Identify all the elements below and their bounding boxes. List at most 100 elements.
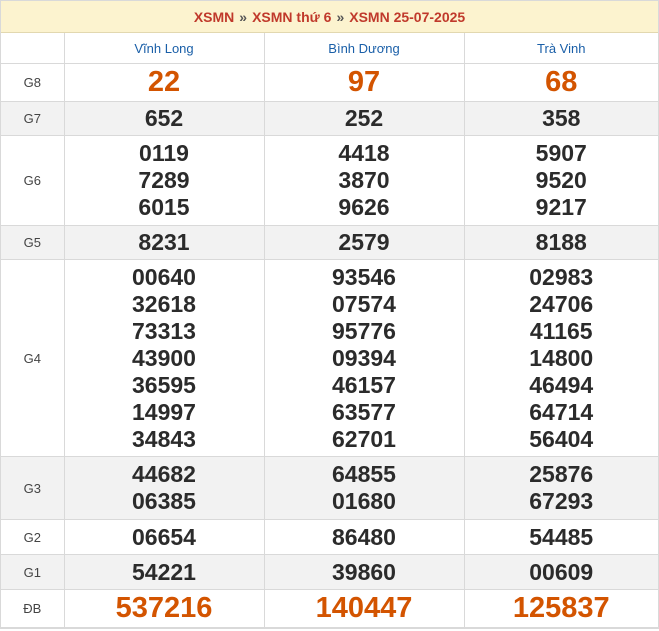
prize-number: 22	[147, 66, 181, 98]
prize-row-g3: G3 44682 06385 64855 01680 25876 67293	[1, 456, 658, 520]
prize-number: 63577	[332, 398, 396, 425]
prize-number: 8231	[138, 229, 190, 255]
prize-cell: 00640 32618 73313 43900 36595 14997 34843	[63, 259, 265, 457]
prize-cell: 64855 01680	[263, 456, 465, 520]
prize-row-g8: G8 22 97 68	[1, 63, 658, 102]
breadcrumb-date-link[interactable]: XSMN 25-07-2025	[349, 9, 465, 25]
prize-number: 0119	[139, 140, 189, 166]
prize-label: G4	[1, 259, 65, 457]
prize-number: 06385	[132, 488, 196, 514]
prize-number: 2579	[338, 229, 390, 255]
prize-cell: 140447	[263, 589, 465, 628]
prize-number: 25876	[529, 461, 594, 487]
prize-number: 14997	[132, 398, 196, 425]
prize-cell: 652	[63, 101, 265, 136]
prize-number: 44682	[132, 461, 196, 487]
prize-cell: 2579	[263, 225, 465, 260]
prize-number: 6015	[138, 194, 190, 220]
prize-cell: 00609	[463, 554, 658, 590]
prize-number: 06654	[132, 523, 196, 550]
prize-number: 9520	[535, 167, 587, 193]
prize-number: 32618	[132, 290, 196, 317]
results-panel: XSMN » XSMN thứ 6 » XSMN 25-07-2025 Vĩnh…	[0, 0, 659, 629]
prize-number: 86480	[332, 523, 396, 550]
prize-cell: 537216	[63, 589, 265, 628]
prize-label: G5	[1, 225, 65, 260]
prize-cell: 44682 06385	[63, 456, 265, 520]
prize-number: 9626	[338, 194, 390, 220]
prize-number: 07574	[332, 290, 396, 317]
prize-cell: 0119 7289 6015	[63, 135, 265, 226]
breadcrumb: XSMN » XSMN thứ 6 » XSMN 25-07-2025	[1, 1, 658, 33]
prize-number: 09394	[332, 344, 396, 371]
prize-cell: 25876 67293	[463, 456, 658, 520]
header-corner-cell	[1, 33, 65, 64]
prize-number: 125837	[512, 592, 610, 624]
prize-rows: G8 22 97 68 G7 652 252 358 G6 0119 7289 6015 4418 387…	[1, 63, 658, 628]
prize-number: 56404	[529, 425, 594, 452]
prize-number: 00640	[132, 263, 196, 290]
breadcrumb-xsmn-link[interactable]: XSMN	[194, 9, 234, 25]
prize-number: 64855	[332, 461, 396, 487]
prize-cell: 93546 07574 95776 09394 46157 63577 62701	[263, 259, 465, 457]
breadcrumb-separator: »	[239, 8, 248, 25]
prize-row-g7: G7 652 252 358	[1, 101, 658, 136]
prize-number: 02983	[529, 263, 594, 290]
breadcrumb-weekday-link[interactable]: XSMN thứ 6	[252, 9, 331, 25]
prize-number: 537216	[115, 592, 213, 624]
prize-number: 43900	[132, 344, 196, 371]
prize-label: G2	[1, 519, 65, 555]
prize-cell: 97	[263, 63, 465, 102]
prize-cell: 54485	[463, 519, 658, 555]
prize-cell: 8231	[63, 225, 265, 260]
prize-cell: 22	[63, 63, 265, 102]
prize-number: 39860	[332, 558, 396, 585]
prize-number: 41165	[529, 317, 593, 344]
prize-cell: 39860	[263, 554, 465, 590]
prize-number: 24706	[529, 290, 594, 317]
prize-row-g4: G4 00640 32618 73313 43900 36595 14997 34843 935…	[1, 259, 658, 457]
province-header-tra-vinh: Trà Vinh	[463, 33, 658, 64]
prize-cell: 358	[463, 101, 658, 136]
prize-number: 54221	[132, 558, 196, 585]
prize-number: 5907	[535, 140, 587, 166]
prize-number: 64714	[529, 398, 594, 425]
prize-cell: 68	[463, 63, 658, 102]
prize-row-g2: G2 06654 86480 54485	[1, 519, 658, 555]
prize-number: 68	[545, 66, 578, 98]
prize-label: G3	[1, 456, 65, 520]
prize-row-g6: G6 0119 7289 6015 4418 3870 9626 5907 9520 9217	[1, 135, 658, 226]
prize-row-special: ĐB 537216 140447 125837	[1, 589, 658, 628]
prize-number: 140447	[315, 592, 413, 624]
prize-row-g5: G5 8231 2579 8188	[1, 225, 658, 260]
prize-number: 358	[542, 105, 581, 131]
prize-number: 34843	[132, 425, 196, 452]
prize-cell: 4418 3870 9626	[263, 135, 465, 226]
prize-label: G1	[1, 554, 65, 590]
prize-cell: 06654	[63, 519, 265, 555]
prize-number: 652	[144, 105, 184, 131]
prize-number: 93546	[332, 263, 396, 290]
province-header-vinh-long: Vĩnh Long	[63, 33, 265, 64]
prize-cell: 5907 9520 9217	[463, 135, 658, 226]
prize-number: 00609	[529, 558, 594, 585]
prize-number: 46494	[529, 371, 594, 398]
province-link[interactable]: Trà Vinh	[537, 41, 585, 56]
breadcrumb-separator: »	[336, 8, 345, 25]
province-header-row: Vĩnh Long Bình Dương Trà Vinh	[1, 33, 658, 64]
prize-label: G6	[1, 135, 65, 226]
prize-number: 9217	[535, 194, 587, 220]
prize-number: 3870	[338, 167, 390, 193]
prize-number: 67293	[529, 488, 594, 514]
prize-number: 7289	[138, 167, 190, 193]
prize-number: 252	[344, 105, 384, 131]
prize-label: G7	[1, 101, 65, 136]
prize-number: 73313	[132, 317, 196, 344]
prize-row-g1: G1 54221 39860 00609	[1, 554, 658, 590]
province-link[interactable]: Vĩnh Long	[134, 41, 193, 56]
prize-cell: 54221	[63, 554, 265, 590]
prize-number: 01680	[332, 488, 396, 514]
prize-label: ĐB	[1, 589, 65, 628]
province-link[interactable]: Bình Dương	[328, 41, 399, 56]
prize-number: 46157	[332, 371, 396, 398]
